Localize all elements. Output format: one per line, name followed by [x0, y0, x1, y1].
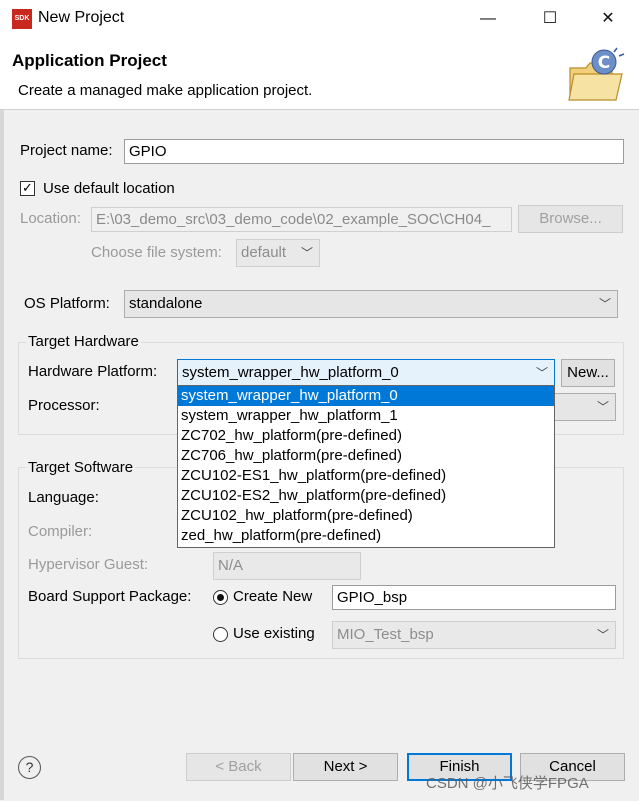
dropdown-option[interactable]: ZCU102_hw_platform(pre-defined) [178, 506, 554, 526]
page-description: Create a managed make application projec… [18, 82, 313, 99]
close-button[interactable]: ✕ [586, 4, 630, 34]
use-existing-bsp-value: MIO_Test_bsp [337, 626, 434, 643]
hypervisor-guest-value: N/A [218, 557, 244, 574]
maximize-button[interactable]: ☐ [528, 4, 572, 34]
folder-c-icon: C [568, 47, 625, 101]
wizard-header: Application Project Create a managed mak… [0, 38, 639, 110]
hardware-platform-label: Hardware Platform: [28, 363, 158, 380]
create-new-label: Create New [233, 588, 313, 605]
use-existing-bsp-select[interactable]: MIO_Test_bsp ﹀ [332, 621, 616, 649]
next-button[interactable]: Next > [293, 753, 398, 781]
back-button[interactable]: < Back [186, 753, 291, 781]
title-bar: SDK New Project — ☐ ✕ [0, 0, 639, 38]
browse-button[interactable]: Browse... [518, 205, 623, 233]
create-new-bsp-input[interactable]: GPIO_bsp [332, 585, 616, 610]
chevron-down-icon: ﹀ [535, 366, 548, 380]
processor-label: Processor: [28, 397, 100, 414]
minimize-button[interactable]: — [466, 4, 510, 34]
hypervisor-guest-label: Hypervisor Guest: [28, 556, 149, 573]
sdk-app-icon: SDK [12, 9, 32, 29]
chevron-down-icon: ﹀ [300, 246, 313, 260]
create-new-radio[interactable] [213, 590, 228, 605]
use-existing-radio[interactable] [213, 627, 228, 642]
dropdown-option[interactable]: ZCU102-ES2_hw_platform(pre-defined) [178, 486, 554, 506]
hardware-platform-select[interactable]: system_wrapper_hw_platform_0 ﹀ [177, 359, 555, 387]
compiler-label: Compiler: [28, 523, 93, 540]
os-platform-value: standalone [129, 295, 203, 312]
location-label: Location: [20, 210, 81, 227]
os-platform-label: OS Platform: [24, 295, 110, 312]
hypervisor-guest-select[interactable]: N/A [213, 552, 361, 580]
help-icon[interactable]: ? [18, 756, 41, 779]
hardware-platform-value: system_wrapper_hw_platform_0 [182, 364, 399, 381]
left-edge-divider [0, 110, 4, 800]
file-system-select[interactable]: default ﹀ [236, 239, 320, 267]
use-default-location-label: Use default location [43, 180, 175, 197]
window-title: New Project [38, 9, 125, 26]
page-title: Application Project [12, 51, 167, 70]
new-platform-button[interactable]: New... [561, 359, 615, 387]
svg-text:C: C [598, 53, 610, 73]
project-name-input[interactable]: GPIO [124, 139, 624, 164]
dropdown-option[interactable]: system_wrapper_hw_platform_1 [178, 406, 554, 426]
bsp-label: Board Support Package: [28, 588, 192, 605]
chevron-down-icon: ﹀ [598, 297, 611, 311]
chevron-down-icon: ﹀ [596, 628, 609, 642]
dropdown-option[interactable]: system_wrapper_hw_platform_0 [178, 386, 554, 406]
file-system-label: Choose file system: [91, 244, 222, 261]
dropdown-option[interactable]: ZC702_hw_platform(pre-defined) [178, 426, 554, 446]
location-input[interactable]: E:\03_demo_src\03_demo_code\02_example_S… [91, 207, 512, 232]
dropdown-option[interactable]: ZC706_hw_platform(pre-defined) [178, 446, 554, 466]
processor-select[interactable]: ﹀ [554, 393, 616, 421]
project-name-label: Project name: [20, 142, 113, 159]
file-system-value: default [241, 244, 287, 261]
use-existing-label: Use existing [233, 625, 315, 642]
os-platform-select[interactable]: standalone ﹀ [124, 290, 618, 318]
target-software-heading: Target Software [26, 459, 136, 476]
chevron-down-icon: ﹀ [596, 400, 609, 414]
hardware-platform-dropdown: system_wrapper_hw_platform_0 system_wrap… [177, 385, 555, 548]
new-project-window: SDK New Project — ☐ ✕ Application Projec… [0, 0, 639, 801]
use-default-location-checkbox[interactable]: ✓ [20, 181, 35, 196]
target-hardware-heading: Target Hardware [26, 333, 141, 350]
dropdown-option[interactable]: zed_hw_platform(pre-defined) [178, 526, 554, 546]
watermark-text: CSDN @小飞侠学FPGA [426, 775, 589, 792]
dropdown-option[interactable]: ZCU102-ES1_hw_platform(pre-defined) [178, 466, 554, 486]
language-label: Language: [28, 489, 99, 506]
